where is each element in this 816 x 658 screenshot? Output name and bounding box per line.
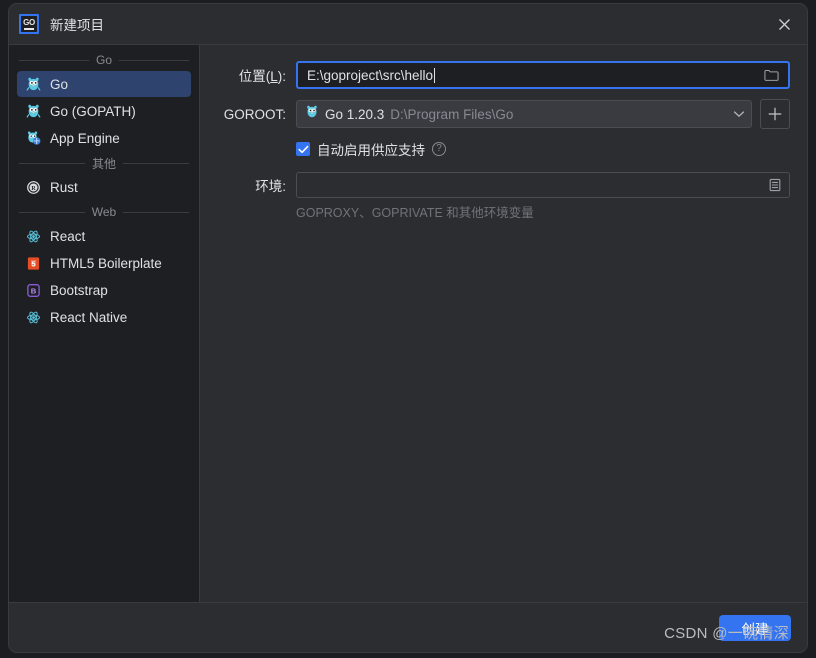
environment-hint: GOPROXY、GOPRIVATE 和其他环境变量 [296, 206, 534, 220]
question-mark-icon[interactable]: ? [432, 142, 446, 156]
sidebar-item-label: Rust [50, 179, 78, 195]
title-bar: GO 新建项目 [9, 4, 807, 44]
sidebar-item-react[interactable]: React [17, 223, 191, 249]
sidebar-item-label: Go [50, 76, 69, 92]
sidebar-item-react-native[interactable]: React Native [17, 304, 191, 330]
section-rule-left [19, 162, 85, 164]
location-input-value: E:\goproject\src\hello [307, 67, 762, 83]
sidebar-item-label: HTML5 Boilerplate [50, 255, 162, 271]
sidebar-item-label: App Engine [50, 130, 120, 146]
goroot-sdk-path: D:\Program Files\Go [390, 106, 514, 122]
svg-text:B: B [30, 286, 36, 295]
location-row: 位置(L): E:\goproject\src\hello [216, 61, 790, 89]
checkmark-icon [297, 145, 308, 153]
section-rule-right [123, 162, 190, 164]
react-icon [25, 228, 41, 244]
location-label-prefix: 位置( [238, 69, 271, 84]
sidebar-item-bootstrap[interactable]: B Bootstrap [17, 277, 191, 303]
section-header-go: Go [17, 49, 191, 71]
project-settings-pane: 位置(L): E:\goproject\src\hello GOROOT: Go… [200, 45, 807, 602]
sidebar-item-app-engine[interactable]: App Engine [17, 125, 191, 151]
location-label-mnemonic: L [270, 69, 278, 84]
window-title: 新建项目 [50, 18, 104, 33]
close-glyph [778, 18, 790, 30]
location-input[interactable]: E:\goproject\src\hello [296, 61, 790, 89]
close-icon[interactable] [761, 4, 807, 44]
rust-icon: R [25, 179, 41, 195]
gopher-icon [305, 105, 319, 124]
vendoring-label: 自动启用供应支持 [317, 143, 425, 158]
project-type-sidebar: Go Go Go (GOPATH) App Engine 其他 R Rust W… [9, 45, 200, 602]
gopher-icon [25, 76, 41, 92]
plus-icon [768, 107, 782, 121]
section-rule-left [19, 211, 85, 213]
go-logo-icon: GO [19, 14, 39, 34]
react-icon [25, 309, 41, 325]
bootstrap-icon: B [25, 282, 41, 298]
chevron-down-icon [733, 110, 745, 118]
environment-input[interactable] [296, 172, 790, 198]
section-header-other: 其他 [17, 152, 191, 174]
sidebar-item-label: React Native [50, 309, 128, 325]
go-logo-text: GO [23, 17, 35, 27]
section-rule-right [119, 59, 190, 61]
folder-icon[interactable] [762, 66, 780, 84]
go-logo-underline [24, 27, 34, 30]
goroot-label: GOROOT: [223, 106, 286, 122]
section-header-web: Web [17, 201, 191, 223]
dialog-footer: 创建 CSDN @一碗情深 [9, 602, 807, 652]
section-label: Web [91, 205, 117, 219]
environment-row: 环境: [216, 172, 790, 198]
sidebar-item-label: React [50, 228, 86, 244]
sidebar-item-go[interactable]: Go [17, 71, 191, 97]
sidebar-item-label: Bootstrap [50, 282, 108, 298]
new-project-dialog: GO 新建项目 Go Go Go (GOPATH) App Engine 其他 … [8, 3, 808, 653]
sidebar-item-html5-boilerplate[interactable]: 5 HTML5 Boilerplate [17, 250, 191, 276]
location-input-text: E:\goproject\src\hello [307, 67, 434, 83]
goroot-row: GOROOT: Go 1.20.3 D:\Program Files\Go [216, 99, 790, 129]
add-sdk-button[interactable] [760, 99, 790, 129]
sidebar-item-go-gopath[interactable]: Go (GOPATH) [17, 98, 191, 124]
location-label: 位置(L): [216, 65, 296, 85]
section-label: 其他 [92, 156, 117, 171]
goroot-select[interactable]: Go 1.20.3 D:\Program Files\Go [296, 100, 752, 128]
vendoring-row: 自动启用供应支持 ? [296, 139, 790, 159]
html5-icon: 5 [25, 255, 41, 271]
svg-text:5: 5 [31, 259, 35, 268]
section-rule-left [19, 59, 89, 61]
environment-label: 环境: [255, 179, 286, 194]
section-label: Go [96, 53, 113, 67]
sidebar-item-label: Go (GOPATH) [50, 103, 136, 119]
section-rule-right [123, 211, 189, 213]
app-engine-icon [25, 130, 41, 146]
gopher-icon [25, 103, 41, 119]
sidebar-item-rust[interactable]: R Rust [17, 174, 191, 200]
dialog-body: Go Go Go (GOPATH) App Engine 其他 R Rust W… [9, 44, 807, 602]
create-button[interactable]: 创建 [719, 614, 791, 641]
text-caret [434, 67, 436, 83]
goroot-sdk-name: Go 1.20.3 [325, 106, 385, 122]
location-label-suffix: ): [277, 69, 286, 84]
vendoring-checkbox[interactable] [296, 142, 310, 156]
list-editor-icon[interactable] [766, 176, 784, 194]
